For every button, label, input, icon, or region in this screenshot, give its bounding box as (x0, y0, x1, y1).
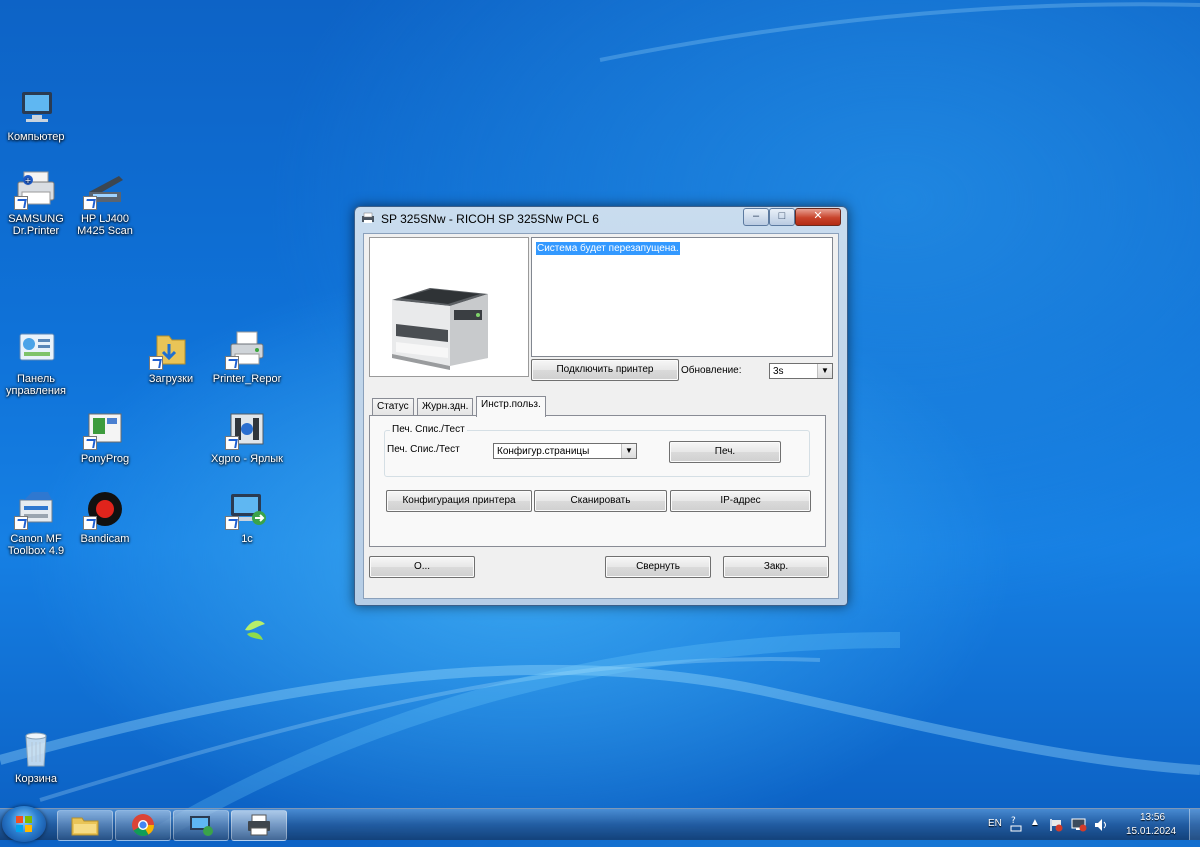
shortcut-arrow-icon (225, 356, 239, 370)
desktop-icon-label: PonyProg (80, 453, 130, 465)
desktop-icon-bandicam[interactable]: Bandicam (67, 490, 143, 545)
tab-label: Инстр.польз. (481, 399, 541, 410)
desktop-icon-1c[interactable]: 1c (209, 490, 285, 545)
printer-utility-window[interactable]: SP 325SNw - RICOH SP 325SNw PCL 6 – □ ✕ (354, 206, 848, 606)
taskbar-remote-desktop-button[interactable] (173, 810, 229, 841)
close-button[interactable]: Закр. (723, 556, 829, 578)
ip-address-button[interactable]: IP-адрес (670, 490, 811, 512)
desktop-icon-computer[interactable]: Компьютер (0, 88, 74, 143)
network-icon[interactable] (1071, 818, 1087, 832)
desktop-icon-label: Bandicam (80, 533, 130, 545)
refresh-label: Обновление: (681, 365, 742, 376)
svg-text:?: ? (1011, 816, 1016, 826)
language-indicator[interactable]: EN (988, 818, 1002, 829)
taskbar: EN ? ▲ 13:56 15.01.2024 (0, 806, 1200, 842)
shortcut-arrow-icon (83, 196, 97, 210)
taskbar-printer-utility-button[interactable] (231, 810, 287, 841)
shortcut-arrow-icon (14, 516, 28, 530)
print-button[interactable]: Печ. (669, 441, 781, 463)
refresh-interval-select[interactable]: 3s ▼ (769, 363, 833, 379)
print-list-select[interactable]: Конфигур.страницы ▼ (493, 443, 637, 459)
computer-icon (22, 92, 52, 122)
remote-desktop-icon (190, 816, 213, 836)
connect-printer-button[interactable]: Подключить принтер (531, 359, 679, 381)
tab-label: Журн.здн. (422, 401, 469, 412)
desktop-icon-printer-report[interactable]: Printer_Repor (209, 330, 285, 385)
action-center-flag-icon[interactable] (1048, 818, 1064, 832)
printer-icon (248, 814, 270, 836)
window-title: SP 325SNw - RICOH SP 325SNw PCL 6 (381, 212, 599, 226)
taskbar-explorer-button[interactable] (57, 810, 113, 841)
desktop-icon-samsung-dr-printer[interactable]: + SAMSUNG Dr.Printer (0, 170, 74, 237)
close-window-button[interactable]: ✕ (795, 208, 841, 226)
desktop-icon-canon-toolbox[interactable]: Canon MF Toolbox 4.9 (0, 490, 74, 557)
shortcut-arrow-icon (225, 436, 239, 450)
print-list-test-group: Печ. Спис./Тест Печ. Спис./Тест Конфигур… (384, 424, 810, 477)
clock-time[interactable]: 13:56 (1140, 812, 1165, 823)
about-button[interactable]: О... (369, 556, 475, 578)
shortcut-arrow-icon (149, 356, 163, 370)
printer-device-image (392, 288, 488, 370)
chevron-down-icon: ▼ (817, 364, 832, 378)
maximize-icon: □ (778, 210, 786, 222)
desktop-icon-label: 1c (241, 533, 253, 545)
shortcut-arrow-icon (225, 516, 239, 530)
minimize-window-button[interactable]: – (743, 208, 769, 226)
group-title: Печ. Спис./Тест (390, 424, 467, 435)
desktop-icon-label: Корзина (15, 773, 57, 785)
minimize-button[interactable]: Свернуть (605, 556, 711, 578)
tab-user-tools[interactable]: Инстр.польз. (476, 396, 546, 417)
title-bar[interactable]: SP 325SNw - RICOH SP 325SNw PCL 6 – □ ✕ (355, 207, 847, 231)
clock-date[interactable]: 15.01.2024 (1126, 826, 1176, 837)
desktop-icon-label: Компьютер (7, 131, 65, 143)
desktop-icon-label: Панель управления (6, 373, 66, 397)
keyboard-layout-icon[interactable]: ? (1010, 814, 1022, 834)
show-desktop-button[interactable] (1189, 809, 1200, 840)
windows-logo-icon (16, 816, 32, 832)
desktop-icon-control-panel[interactable]: Панель управления (0, 330, 74, 397)
shortcut-arrow-icon (14, 196, 28, 210)
folder-icon (71, 817, 99, 836)
tab-status[interactable]: Статус (372, 398, 414, 416)
scan-button[interactable]: Сканировать (534, 490, 667, 512)
desktop-icon-label: Canon MF Toolbox 4.9 (7, 533, 65, 557)
desktop-icon-label: Загрузки (148, 373, 194, 385)
print-list-value: Конфигур.страницы (497, 446, 590, 457)
svg-text:+: + (25, 176, 32, 185)
user-tools-panel: Печ. Спис./Тест Печ. Спис./Тест Конфигур… (369, 415, 826, 547)
start-button[interactable] (2, 806, 46, 842)
status-message-box[interactable]: Система будет перезапущена. (531, 237, 833, 357)
volume-icon[interactable] (1094, 818, 1110, 832)
desktop-icon-recycle-bin[interactable]: Корзина (0, 730, 74, 785)
printer-app-icon (362, 212, 374, 223)
desktop-icon-ponyprog[interactable]: PonyProg (67, 410, 143, 465)
close-icon: ✕ (813, 210, 823, 222)
taskbar-chrome-button[interactable] (115, 810, 171, 841)
status-message-text: Система будет перезапущена. (536, 242, 680, 255)
refresh-interval-value: 3s (773, 366, 784, 377)
desktop-icon-xgpro[interactable]: Xgpro - Ярлык (209, 410, 285, 465)
printer-image-panel (369, 237, 529, 377)
chrome-icon (132, 814, 154, 836)
chevron-down-icon: ▼ (621, 444, 636, 458)
desktop-icon-label: Xgpro - Ярлык (211, 453, 283, 465)
maximize-window-button[interactable]: □ (769, 208, 795, 226)
printer-configuration-button[interactable]: Конфигурация принтера (386, 490, 532, 512)
desktop-icon-label: SAMSUNG Dr.Printer (8, 213, 64, 237)
recycle-bin-icon (25, 732, 47, 767)
window-client-area: Система будет перезапущена. Подключить п… (363, 233, 839, 599)
tab-label: Статус (377, 401, 409, 412)
print-list-label: Печ. Спис./Тест (387, 444, 460, 455)
desktop-icon-hp-scan[interactable]: HP LJ400 M425 Scan (67, 170, 143, 237)
shortcut-arrow-icon (83, 436, 97, 450)
desktop-icon-label: HP LJ400 M425 Scan (77, 213, 133, 237)
minimize-icon: – (752, 210, 760, 222)
control-panel-icon (19, 333, 55, 361)
desktop-icon-label: Printer_Repor (212, 373, 282, 385)
tab-job-log[interactable]: Журн.здн. (417, 398, 474, 416)
shortcut-arrow-icon (83, 516, 97, 530)
show-hidden-icons-icon[interactable]: ▲ (1030, 817, 1040, 828)
desktop-icon-downloads[interactable]: Загрузки (133, 330, 209, 385)
